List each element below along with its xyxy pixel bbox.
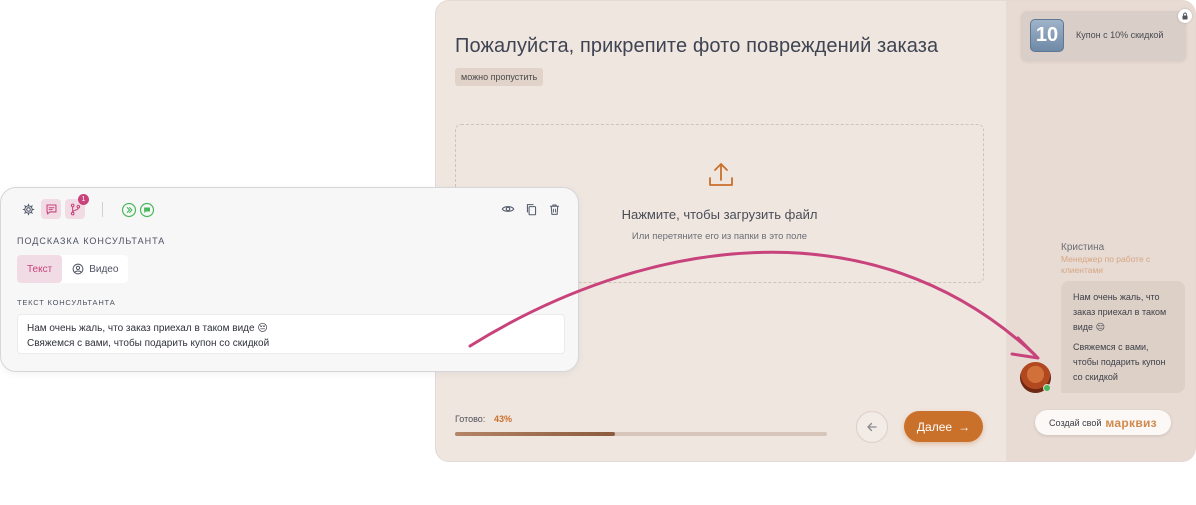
- page-title: Пожалуйста, прикрепите фото повреждений …: [455, 35, 939, 57]
- branding-button[interactable]: Создай свой марквиз: [1035, 410, 1171, 435]
- progress-value: 43%: [494, 414, 513, 424]
- text-line: Свяжемся с вами, чтобы подарить купон со…: [27, 338, 270, 349]
- text-line: Нам очень жаль, что заказ приехал в тако…: [27, 323, 268, 334]
- brand-logo: марквиз: [1105, 415, 1157, 430]
- coupon-text: Купон с 10% скидкой: [1076, 30, 1164, 40]
- online-status-dot: [1043, 384, 1051, 392]
- chat-message: Нам очень жаль, что заказ приехал в тако…: [1073, 292, 1167, 332]
- next-button-label: Далее: [916, 419, 953, 434]
- branding-prefix: Создай свой: [1049, 417, 1102, 428]
- settings-button[interactable]: [18, 199, 38, 219]
- quiz-sidebar: 10 Купон с 10% скидкой Кристина Менеджер…: [1006, 1, 1195, 461]
- tab-text[interactable]: Текст: [17, 255, 63, 283]
- preview-button[interactable]: [498, 199, 518, 219]
- delete-button[interactable]: [544, 199, 564, 219]
- notification-badge: 1: [78, 194, 89, 205]
- play-circle-icon: [121, 202, 137, 218]
- copy-button[interactable]: [521, 199, 541, 219]
- tab-text-label: Текст: [27, 263, 53, 275]
- consultant-panel: 1 ПОДСКАЗКА КОНСУЛЬТАНТА Текст Видео ТЕК…: [0, 187, 579, 372]
- next-button[interactable]: Далее →: [904, 411, 983, 442]
- eye-icon: [501, 206, 515, 212]
- chat-bubble: Нам очень жаль, что заказ приехал в тако…: [1061, 281, 1185, 393]
- trash-icon: [549, 204, 559, 215]
- branch-icon: [70, 203, 80, 215]
- upload-icon: [709, 163, 733, 186]
- manager-role: Менеджер по работе с клиентами: [1061, 254, 1151, 275]
- message-button[interactable]: [137, 200, 157, 220]
- play-button[interactable]: [119, 200, 139, 220]
- skip-badge[interactable]: можно пропустить: [455, 68, 544, 86]
- progress-label: Готово:: [455, 414, 486, 424]
- progress-bar: [455, 432, 827, 436]
- user-circle-icon: [72, 263, 84, 275]
- back-button[interactable]: [856, 411, 888, 443]
- message-circle-icon: [139, 202, 155, 218]
- tab-video[interactable]: Видео: [62, 255, 128, 283]
- coupon-number: 10: [1030, 19, 1064, 52]
- tab-video-label: Видео: [89, 263, 119, 275]
- consultant-text-input[interactable]: Нам очень жаль, что заказ приехал в тако…: [17, 314, 565, 354]
- copy-icon: [526, 203, 536, 215]
- lock-icon: [1178, 9, 1192, 23]
- hint-text-button[interactable]: [41, 199, 61, 219]
- coupon-card: 10 Купон с 10% скидкой: [1021, 11, 1186, 61]
- arrow-left-icon: [867, 422, 877, 432]
- content-type-tabs: Текст Видео: [17, 255, 129, 283]
- progress-fill: [455, 432, 615, 436]
- chat-icon: [46, 204, 56, 214]
- toolbar-divider: [102, 202, 103, 217]
- manager-name: Кристина: [1061, 242, 1105, 253]
- panel-title: ПОДСКАЗКА КОНСУЛЬТАНТА: [17, 236, 166, 246]
- chat-message: Свяжемся с вами, чтобы подарить купон со…: [1073, 342, 1166, 382]
- field-label: ТЕКСТ КОНСУЛЬТАНТА: [17, 298, 116, 307]
- gear-icon: [22, 203, 34, 215]
- arrow-right-icon: →: [958, 419, 971, 434]
